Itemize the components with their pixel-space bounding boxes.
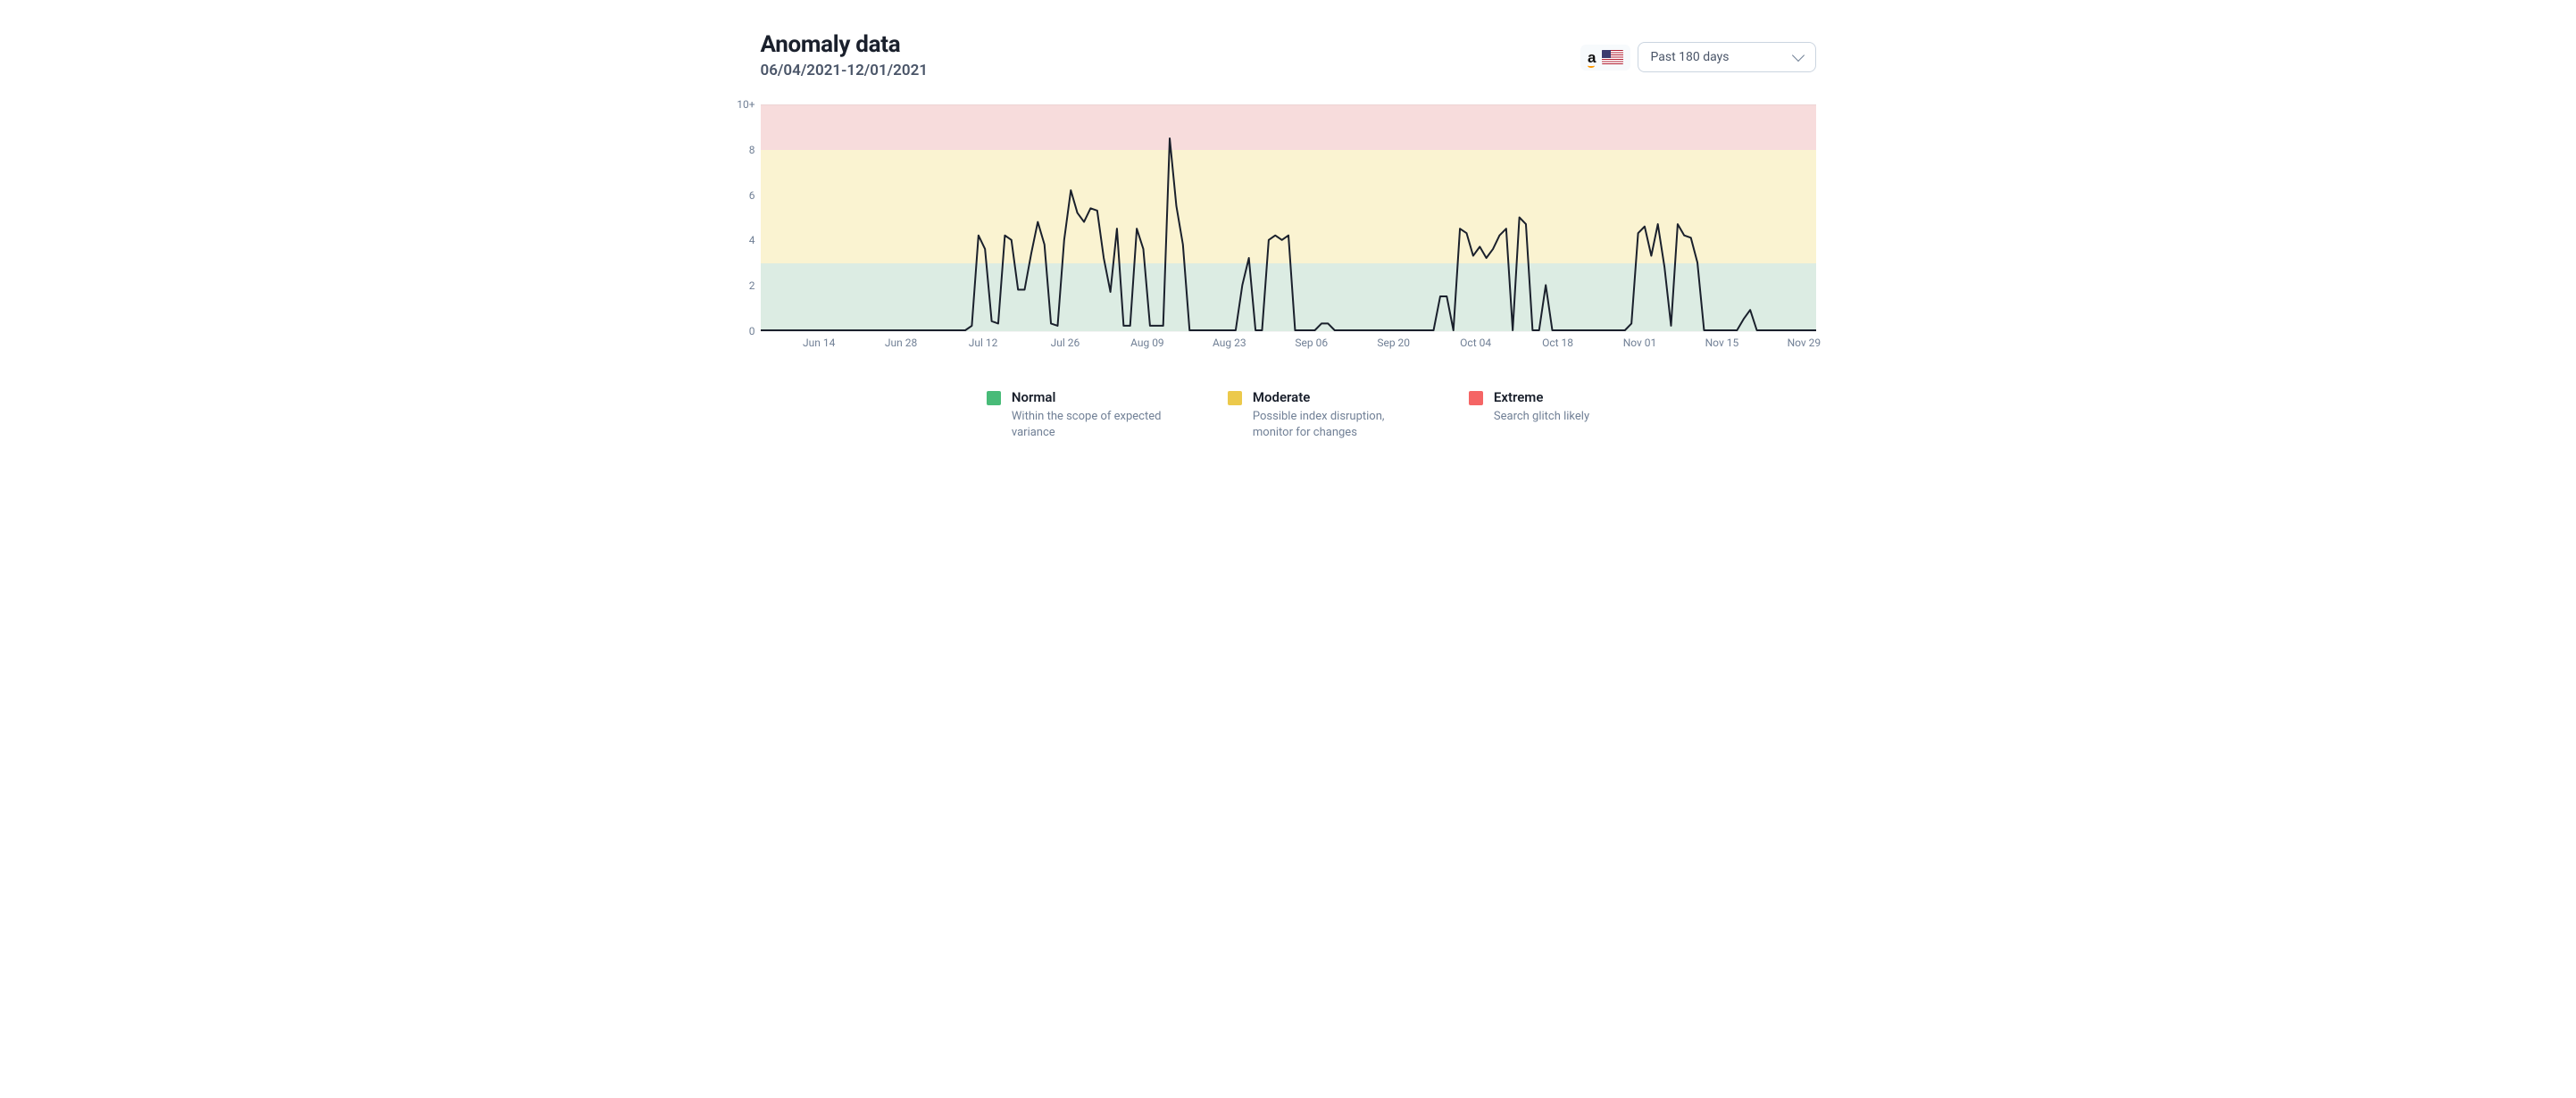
- x-tick: Aug 23: [1213, 337, 1246, 349]
- chevron-down-icon: [1791, 49, 1804, 62]
- x-tick: Jul 26: [1051, 337, 1080, 349]
- chart-header: Anomaly data 06/04/2021-12/01/2021 a Pas…: [645, 0, 1932, 79]
- chart-controls: a Past 180 days: [1580, 42, 1815, 72]
- legend-swatch: [1228, 391, 1242, 405]
- legend-title: Extreme: [1494, 389, 1589, 405]
- amazon-logo-icon: a: [1588, 50, 1596, 65]
- legend-desc: Search glitch likely: [1494, 409, 1589, 425]
- y-tick: 0: [749, 325, 755, 337]
- date-range-label: Past 180 days: [1651, 50, 1730, 64]
- x-tick: Sep 06: [1295, 337, 1328, 349]
- us-flag-icon: [1602, 50, 1623, 64]
- y-tick: 2: [749, 279, 755, 292]
- x-tick: Nov 29: [1788, 337, 1822, 349]
- x-tick: Oct 18: [1542, 337, 1573, 349]
- legend-swatch: [1469, 391, 1483, 405]
- legend-desc: Possible index disruption, monitor for c…: [1253, 409, 1406, 440]
- y-axis: 0246810+: [734, 104, 761, 331]
- x-tick: Sep 20: [1377, 337, 1410, 349]
- x-tick: Oct 04: [1460, 337, 1491, 349]
- x-tick: Nov 15: [1705, 337, 1739, 349]
- chart-area: 0246810+ Jun 14Jun 28Jul 12Jul 26Aug 09A…: [734, 104, 1816, 349]
- y-tick: 10+: [737, 98, 754, 111]
- x-tick: Jun 28: [885, 337, 917, 349]
- legend-item-red: Extreme Search glitch likely: [1469, 389, 1589, 440]
- chart-title: Anomaly data: [761, 31, 929, 58]
- chart-date-range: 06/04/2021-12/01/2021: [761, 62, 929, 79]
- legend: Normal Within the scope of expected varia…: [967, 389, 1610, 440]
- y-tick: 6: [749, 189, 755, 202]
- legend-title: Moderate: [1253, 389, 1406, 405]
- anomaly-chart-card: Anomaly data 06/04/2021-12/01/2021 a Pas…: [645, 0, 1932, 440]
- x-axis: Jun 14 Jun 28 Jul 12 Jul 26 Aug 09 Aug 23 Sep …: [761, 331, 1816, 349]
- line-series: [761, 104, 1816, 330]
- x-tick: Nov 01: [1623, 337, 1657, 349]
- date-range-dropdown[interactable]: Past 180 days: [1638, 42, 1816, 72]
- legend-item-green: Normal Within the scope of expected varia…: [987, 389, 1165, 440]
- y-tick: 8: [749, 144, 755, 156]
- legend-title: Normal: [1012, 389, 1165, 405]
- x-tick: Jun 14: [803, 337, 835, 349]
- marketplace-selector[interactable]: a: [1580, 45, 1630, 71]
- plot-area: [761, 104, 1816, 331]
- legend-item-yellow: Moderate Possible index disruption, monit…: [1228, 389, 1406, 440]
- x-tick: Aug 09: [1130, 337, 1164, 349]
- y-tick: 4: [749, 234, 755, 246]
- legend-desc: Within the scope of expected variance: [1012, 409, 1165, 440]
- x-tick: Jul 12: [969, 337, 998, 349]
- legend-swatch: [987, 391, 1001, 405]
